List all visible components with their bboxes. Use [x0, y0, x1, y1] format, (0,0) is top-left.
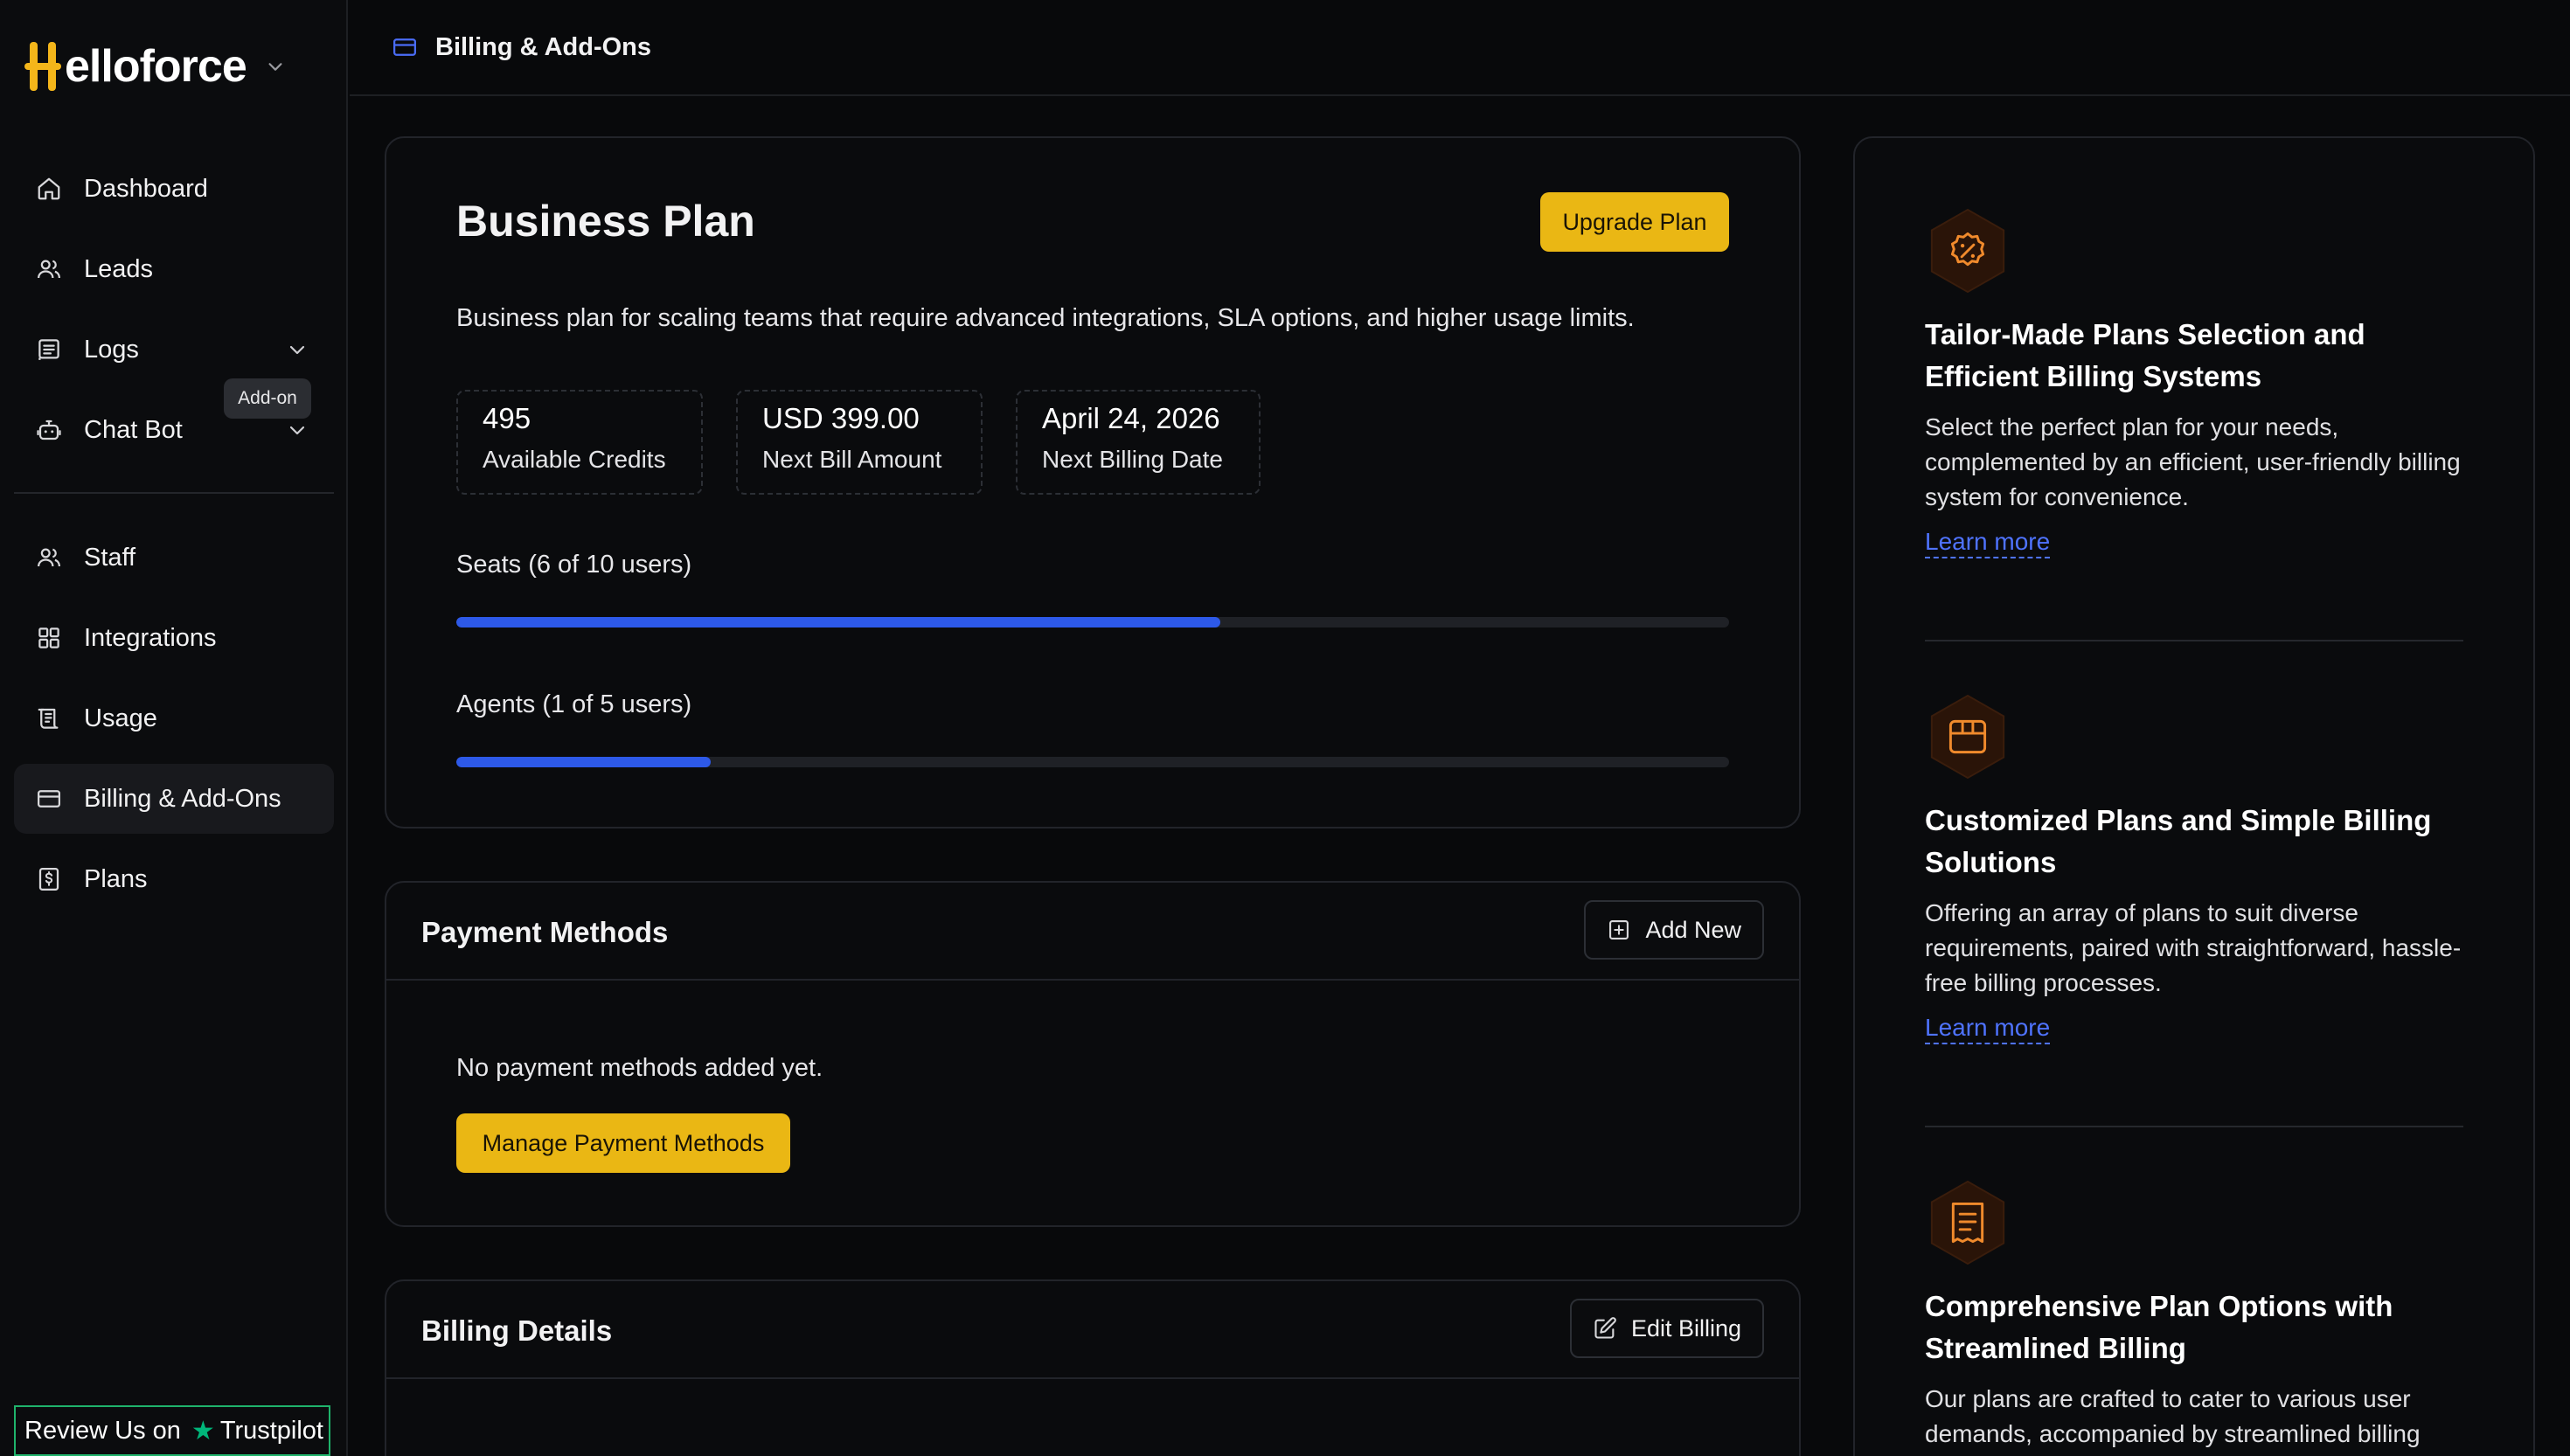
page-header: Billing & Add-Ons: [350, 0, 2570, 96]
sidebar-item-integrations[interactable]: Integrations: [14, 603, 334, 673]
plan-name: Business Plan: [456, 197, 755, 246]
sidebar-item-logs[interactable]: Logs: [14, 315, 334, 385]
learn-more-link[interactable]: Learn more: [1925, 527, 2051, 558]
info-block-customized: Customized Plans and Simple Billing Solu…: [1925, 694, 2467, 1044]
info-divider: [1925, 1126, 2463, 1127]
seats-progress-bar: [456, 617, 1729, 627]
info-block-tailor-made: Tailor-Made Plans Selection and Efficien…: [1925, 208, 2467, 558]
billing-details-card: Billing Details Edit Billing: [385, 1279, 1801, 1456]
stat-next-billing-date: April 24, 2026 Next Billing Date: [1016, 390, 1261, 495]
scroll-icon: [35, 704, 63, 732]
review-prefix: Review Us on: [24, 1416, 181, 1445]
sidebar-item-plans[interactable]: Plans: [14, 844, 334, 914]
sidebar-item-label: Dashboard: [84, 174, 208, 203]
sidebar-item-label: Staff: [84, 543, 136, 572]
sidebar-item-label: Usage: [84, 704, 157, 732]
chevron-down-icon[interactable]: [287, 419, 308, 440]
info-title: Customized Plans and Simple Billing Solu…: [1925, 804, 2432, 878]
bot-icon: [35, 416, 63, 444]
home-icon: [35, 175, 63, 203]
page-title: Billing & Add-Ons: [435, 32, 652, 61]
users-icon: [35, 544, 63, 572]
stat-available-credits: 495 Available Credits: [456, 390, 703, 495]
info-panel: Tailor-Made Plans Selection and Efficien…: [1853, 136, 2535, 1456]
logs-icon: [35, 336, 63, 364]
stat-value: April 24, 2026: [1042, 402, 1220, 434]
seats-progress-fill: [456, 617, 1220, 627]
payment-methods-title: Payment Methods: [421, 916, 669, 948]
sidebar-item-billing[interactable]: Billing & Add-Ons: [14, 764, 334, 834]
info-block-comprehensive: Comprehensive Plan Options with Streamli…: [1925, 1180, 2467, 1452]
logo-mark-icon: [24, 40, 61, 93]
sidebar: elloforce Dashboard Leads Logs Chat Bot …: [0, 0, 348, 1456]
box-icon: [1930, 694, 2005, 780]
chevron-down-icon[interactable]: [287, 339, 308, 360]
credit-card-icon: [393, 38, 416, 56]
sidebar-item-staff[interactable]: Staff: [14, 523, 334, 593]
sidebar-item-label: Chat Bot: [84, 415, 183, 444]
info-title: Tailor-Made Plans Selection and Efficien…: [1925, 318, 2365, 392]
trustpilot-review-link[interactable]: Review Us on ★ Trustpilot: [14, 1405, 330, 1456]
add-new-label: Add New: [1645, 916, 1741, 943]
percent-badge-icon: [1930, 208, 2005, 294]
add-new-button[interactable]: Add New: [1584, 900, 1764, 960]
info-text: Select the perfect plan for your needs, …: [1925, 413, 2461, 510]
stat-label: Available Credits: [483, 446, 666, 473]
edit-billing-button[interactable]: Edit Billing: [1569, 1299, 1764, 1358]
addon-badge: Add-on: [224, 378, 311, 419]
agents-progress-bar: [456, 757, 1729, 767]
sidebar-item-label: Logs: [84, 335, 139, 364]
sidebar-item-label: Integrations: [84, 623, 217, 652]
sidebar-item-label: Leads: [84, 254, 154, 283]
info-text: Offering an array of plans to suit diver…: [1925, 899, 2462, 996]
review-brand: Trustpilot: [219, 1416, 323, 1445]
upgrade-plan-button[interactable]: Upgrade Plan: [1540, 192, 1729, 252]
stat-label: Next Billing Date: [1042, 446, 1223, 473]
sidebar-item-usage[interactable]: Usage: [14, 683, 334, 753]
dollar-file-icon: [35, 865, 63, 893]
stat-next-bill-amount: USD 399.00 Next Bill Amount: [736, 390, 983, 495]
grid-icon: [35, 624, 63, 652]
stat-label: Next Bill Amount: [762, 446, 942, 473]
brand-logo[interactable]: elloforce: [24, 38, 285, 94]
credit-card-icon: [35, 785, 63, 813]
billing-details-header: Billing Details Edit Billing: [386, 1281, 1799, 1379]
receipt-icon: [1930, 1180, 2005, 1265]
users-icon: [35, 255, 63, 283]
plan-description: Business plan for scaling teams that req…: [456, 304, 1635, 332]
billing-details-title: Billing Details: [421, 1314, 613, 1347]
sidebar-item-leads[interactable]: Leads: [14, 234, 334, 304]
payment-empty-text: No payment methods added yet.: [456, 1054, 823, 1082]
learn-more-link[interactable]: Learn more: [1925, 1013, 2051, 1044]
payment-methods-header: Payment Methods Add New: [386, 883, 1799, 981]
sidebar-item-label: Plans: [84, 864, 148, 893]
payment-methods-card: Payment Methods Add New No payment metho…: [385, 881, 1801, 1227]
seats-label: Seats (6 of 10 users): [456, 551, 692, 579]
stat-value: 495: [483, 402, 531, 434]
edit-billing-label: Edit Billing: [1630, 1314, 1741, 1342]
edit-icon: [1594, 1317, 1616, 1339]
plus-square-icon: [1609, 920, 1629, 939]
manage-payment-methods-button[interactable]: Manage Payment Methods: [456, 1113, 790, 1173]
sidebar-item-label: Billing & Add-Ons: [84, 784, 281, 813]
sidebar-divider: [14, 492, 334, 494]
plan-card: Business Plan Upgrade Plan Business plan…: [385, 136, 1801, 829]
sidebar-item-dashboard[interactable]: Dashboard: [14, 154, 334, 224]
stat-value: USD 399.00: [762, 402, 920, 434]
star-icon: ★: [191, 1416, 215, 1446]
info-title: Comprehensive Plan Options with Streamli…: [1925, 1290, 2393, 1364]
brand-name: elloforce: [65, 41, 247, 92]
info-divider: [1925, 640, 2463, 641]
agents-progress-fill: [456, 757, 712, 767]
info-text: Our plans are crafted to cater to variou…: [1925, 1385, 2421, 1447]
agents-label: Agents (1 of 5 users): [456, 690, 692, 718]
chevron-down-icon[interactable]: [266, 57, 285, 76]
